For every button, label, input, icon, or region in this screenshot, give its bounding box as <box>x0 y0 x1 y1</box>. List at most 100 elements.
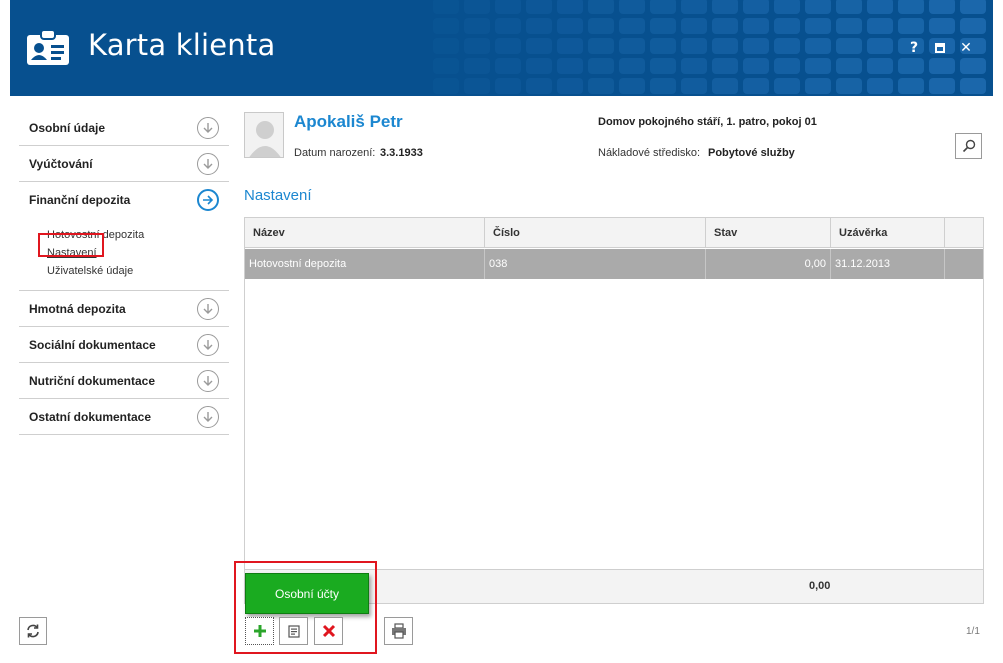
header-tile <box>867 0 893 14</box>
header-tile <box>495 38 521 54</box>
header-tile <box>774 78 800 94</box>
header-tile <box>929 0 955 14</box>
close-button[interactable]: ✕ <box>959 40 973 56</box>
header-tile <box>433 78 459 94</box>
header-tile <box>805 0 831 14</box>
header-tile <box>464 18 490 34</box>
column-header-cislo[interactable]: Číslo <box>485 218 706 248</box>
header-tile <box>743 18 769 34</box>
header-tile <box>929 78 955 94</box>
cell-stav: 0,00 <box>706 249 831 279</box>
header-tile <box>433 58 459 74</box>
window-header: Karta klienta ? ✕ <box>10 0 993 96</box>
maximize-icon[interactable] <box>935 43 945 53</box>
refresh-button[interactable] <box>19 617 47 645</box>
arrow-down-icon[interactable] <box>197 153 219 175</box>
sidebar-item-vyuctovani[interactable]: Vyúčtování <box>19 146 229 182</box>
delete-button[interactable] <box>314 617 343 645</box>
arrow-down-icon[interactable] <box>197 406 219 428</box>
header-tile <box>619 58 645 74</box>
add-button[interactable] <box>245 617 274 645</box>
header-tile <box>867 18 893 34</box>
header-tile <box>712 0 738 14</box>
header-tile <box>867 38 893 54</box>
arrow-down-icon[interactable] <box>197 334 219 356</box>
client-name: Apokališ Petr <box>294 112 403 131</box>
header-tile <box>805 78 831 94</box>
arrow-down-icon[interactable] <box>197 370 219 392</box>
arrow-right-icon[interactable] <box>197 189 219 211</box>
header-tile <box>526 18 552 34</box>
sidebar-subitem-nastaveni[interactable]: Nastavení <box>47 244 229 262</box>
header-tile <box>433 0 459 14</box>
header-tile <box>650 18 676 34</box>
plus-icon <box>253 625 266 637</box>
sidebar-item-label: Finanční depozita <box>29 193 131 207</box>
pager: 1/1 <box>966 626 980 637</box>
window-controls: ? ✕ <box>907 40 973 56</box>
client-card-icon <box>27 29 69 65</box>
sidebar-item-socialni-dokumentace[interactable]: Sociální dokumentace <box>19 327 229 363</box>
header-tile <box>526 78 552 94</box>
header-tile <box>867 78 893 94</box>
arrow-down-icon[interactable] <box>197 117 219 139</box>
edit-button[interactable] <box>279 617 308 645</box>
sidebar-item-osobni-udaje[interactable]: Osobní údaje <box>19 110 229 146</box>
sidebar-item-label: Sociální dokumentace <box>29 337 156 352</box>
header-tile <box>774 58 800 74</box>
sidebar-subitem-hotovostni-depozita[interactable]: Hotovostní depozita <box>47 226 229 244</box>
header-tile <box>836 0 862 14</box>
header-tile <box>743 78 769 94</box>
section-title: Nastavení <box>244 187 312 204</box>
sidebar-item-label: Vyúčtování <box>29 156 93 171</box>
header-tile <box>526 38 552 54</box>
header-tile <box>960 0 986 14</box>
header-tile <box>712 38 738 54</box>
header-tile <box>619 38 645 54</box>
dob-value: 3.3.1933 <box>380 147 423 159</box>
sidebar-item-nutricni-dokumentace[interactable]: Nutriční dokumentace <box>19 363 229 399</box>
sidebar-subitem-uzivatelske-udaje[interactable]: Uživatelské údaje <box>47 262 229 280</box>
header-tile <box>743 0 769 14</box>
header-tile <box>526 0 552 14</box>
help-button[interactable]: ? <box>907 40 921 56</box>
cost-center-label: Nákladové středisko: <box>598 147 701 159</box>
header-tile <box>836 18 862 34</box>
header-tile <box>464 0 490 14</box>
personal-accounts-button[interactable]: Osobní účty <box>245 573 369 614</box>
header-tile <box>867 58 893 74</box>
header-tile <box>743 58 769 74</box>
header-tile <box>805 18 831 34</box>
header-tile <box>650 38 676 54</box>
sidebar-item-ostatni-dokumentace[interactable]: Ostatní dokumentace <box>19 399 229 435</box>
search-button[interactable] <box>955 133 982 159</box>
column-header-stav[interactable]: Stav <box>706 218 831 248</box>
column-header-uzaverka[interactable]: Uzávěrka <box>831 218 945 248</box>
header-tile <box>650 78 676 94</box>
header-tile <box>619 0 645 14</box>
header-tile <box>650 0 676 14</box>
header-tile <box>557 78 583 94</box>
header-tile <box>495 78 521 94</box>
header-tile <box>960 18 986 34</box>
header-tile <box>495 0 521 14</box>
sidebar-item-financni-depozita[interactable]: Finanční depozita <box>19 182 229 218</box>
header-tile <box>929 18 955 34</box>
header-tile <box>588 0 614 14</box>
table-header: Název Číslo Stav Uzávěrka <box>245 218 983 248</box>
dob-label: Datum narození: <box>294 147 376 159</box>
cost-center-value: Pobytové služby <box>708 147 795 159</box>
header-tile <box>557 38 583 54</box>
header-tile <box>743 38 769 54</box>
header-tile <box>805 58 831 74</box>
header-tile <box>433 18 459 34</box>
column-header-nazev[interactable]: Název <box>245 218 485 248</box>
header-tile <box>557 0 583 14</box>
header-tile <box>836 78 862 94</box>
sidebar-item-hmotna-depozita[interactable]: Hmotná depozita <box>19 291 229 327</box>
header-tile <box>712 18 738 34</box>
print-button[interactable] <box>384 617 413 645</box>
arrow-down-icon[interactable] <box>197 298 219 320</box>
header-tile <box>712 58 738 74</box>
table-row[interactable]: Hotovostní depozita 038 0,00 31.12.2013 <box>245 249 983 279</box>
